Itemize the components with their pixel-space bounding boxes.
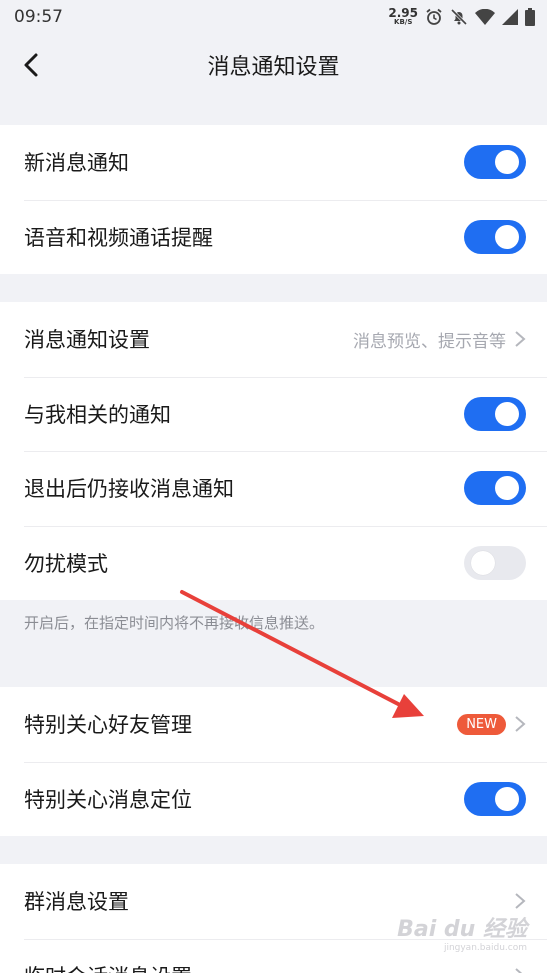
network-speed: 2.95 KB/S xyxy=(388,7,418,26)
setting-row-notify-settings[interactable]: 消息通知设置 消息预览、提示音等 xyxy=(0,302,547,377)
dnd-hint-text: 开启后，在指定时间内将不再接收信息推送。 xyxy=(24,614,325,632)
row-right: 消息预览、提示音等 xyxy=(353,327,526,352)
special-locate-toggle[interactable] xyxy=(464,781,526,816)
chevron-right-icon xyxy=(515,893,526,910)
toggle-knob xyxy=(495,786,519,811)
settings-group-3: 特别关心好友管理 NEW 特别关心消息定位 xyxy=(0,687,547,836)
page-title: 消息通知设置 xyxy=(207,55,340,80)
setting-label: 与我相关的通知 xyxy=(24,402,171,427)
status-icons: 2.95 KB/S xyxy=(388,7,535,26)
related-to-me-toggle[interactable] xyxy=(464,396,526,431)
chevron-right-icon xyxy=(515,716,526,733)
toggle-knob xyxy=(495,224,519,249)
watermark-sub: jingyan.baidu.com xyxy=(443,943,527,953)
chevron-right-icon xyxy=(515,967,523,973)
setting-label: 退出后仍接收消息通知 xyxy=(24,477,234,502)
status-bar: 09:57 2.95 KB/S xyxy=(0,0,547,33)
setting-label: 新消息通知 xyxy=(24,151,129,176)
baidu-watermark: Bai du 经验 jingyan.baidu.com xyxy=(397,911,527,953)
setting-row-special-locate: 特别关心消息定位 xyxy=(0,761,547,837)
new-message-toggle[interactable] xyxy=(464,145,526,180)
voice-video-toggle[interactable] xyxy=(464,219,526,254)
alarm-icon xyxy=(426,8,442,25)
back-chevron-icon[interactable] xyxy=(18,51,46,79)
setting-row-special-friends[interactable]: 特别关心好友管理 NEW xyxy=(0,687,547,762)
setting-row-voice-video: 语音和视频通话提醒 xyxy=(0,199,547,275)
wifi-icon xyxy=(475,8,495,25)
setting-label: 特别关心消息定位 xyxy=(24,787,192,812)
row-right: NEW xyxy=(457,713,526,735)
setting-label: 语音和视频通话提醒 xyxy=(24,225,213,250)
status-time: 09:57 xyxy=(14,6,63,27)
nav-bar: 消息通知设置 xyxy=(0,33,547,97)
signal-icon xyxy=(502,8,518,25)
setting-label: 临时会话消息设置 xyxy=(24,961,192,973)
watermark-main: Bai du 经验 xyxy=(397,917,527,942)
mute-bell-icon xyxy=(450,8,468,25)
toggle-knob xyxy=(495,150,519,175)
new-badge: NEW xyxy=(457,713,506,735)
setting-row-related-to-me: 与我相关的通知 xyxy=(0,376,547,452)
setting-label: 消息通知设置 xyxy=(24,328,150,353)
settings-group-1: 新消息通知 语音和视频通话提醒 xyxy=(0,125,547,274)
toggle-knob xyxy=(471,550,495,575)
after-logout-toggle[interactable] xyxy=(464,471,526,506)
setting-row-dnd: 勿扰模式 xyxy=(0,525,547,601)
setting-label: 勿扰模式 xyxy=(24,551,108,576)
settings-group-2: 消息通知设置 消息预览、提示音等 与我相关的通知 退出后仍接收消息通知 勿扰模式 xyxy=(0,302,547,600)
battery-icon xyxy=(525,7,535,26)
dnd-toggle[interactable] xyxy=(464,545,526,580)
toggle-knob xyxy=(495,476,519,501)
setting-value: 消息预览、提示音等 xyxy=(353,331,506,352)
setting-label: 特别关心好友管理 xyxy=(24,713,192,738)
chevron-right-icon xyxy=(515,331,526,348)
setting-label: 群消息设置 xyxy=(24,890,129,915)
toggle-knob xyxy=(495,401,519,426)
network-speed-unit: KB/S xyxy=(394,18,413,26)
setting-row-new-message: 新消息通知 xyxy=(0,125,547,200)
setting-row-after-logout: 退出后仍接收消息通知 xyxy=(0,451,547,526)
